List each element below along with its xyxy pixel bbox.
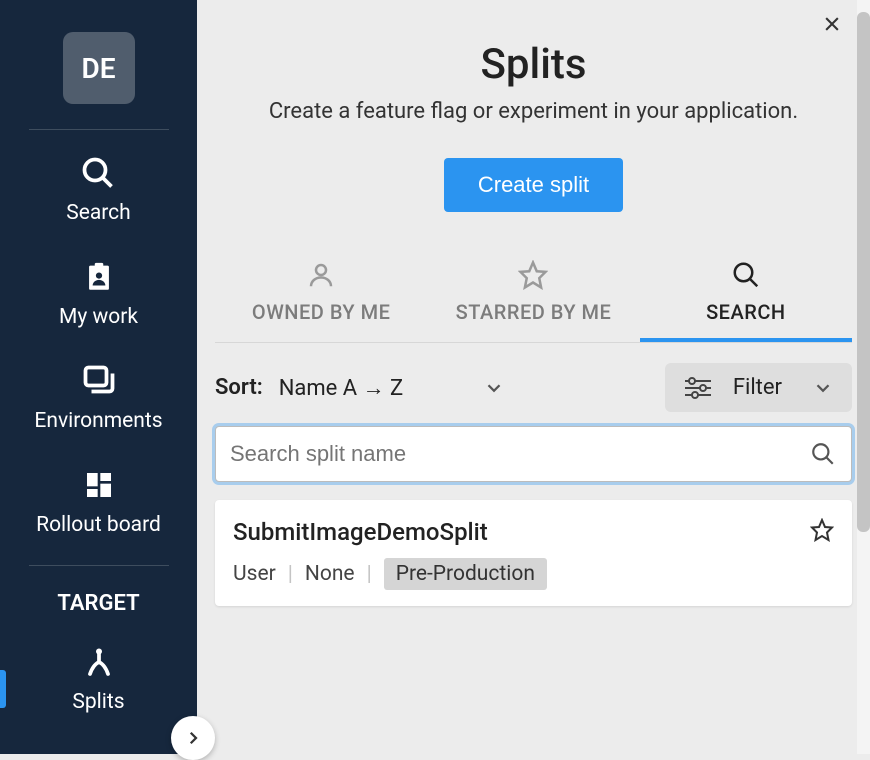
sidebar-item-label: Rollout board	[36, 513, 161, 537]
filter-button[interactable]: Filter	[665, 363, 852, 412]
search-icon	[80, 155, 116, 191]
chevron-down-icon	[483, 377, 505, 399]
person-icon	[306, 260, 336, 290]
sidebar: DE Search My work Environments Rollout b…	[0, 0, 197, 754]
hero: Splits Create a feature flag or experime…	[197, 0, 870, 236]
search-input[interactable]	[215, 426, 852, 482]
page-title: Splits	[217, 40, 850, 89]
scrollbar-thumb[interactable]	[857, 12, 870, 532]
list-controls: Sort: Name A → Z Filter	[197, 343, 870, 426]
avatar-initials: DE	[81, 52, 115, 85]
sidebar-item-search[interactable]: Search	[66, 155, 131, 225]
sidebar-item-label: Environments	[34, 409, 162, 433]
separator: |	[288, 562, 293, 586]
split-name: SubmitImageDemoSplit	[233, 518, 834, 546]
sidebar-item-splits[interactable]: Splits	[72, 644, 124, 714]
splits-icon	[81, 644, 117, 680]
workspace-avatar[interactable]: DE	[63, 32, 135, 104]
split-meta: User | None | Pre-Production	[233, 558, 834, 590]
tab-label: SEARCH	[706, 300, 786, 324]
divider	[29, 565, 169, 566]
divider	[29, 129, 169, 130]
chevron-down-icon	[812, 377, 834, 399]
environment-chip: Pre-Production	[384, 558, 547, 590]
sort-control: Sort: Name A → Z	[215, 375, 505, 401]
tab-label: OWNED BY ME	[252, 300, 390, 324]
search-icon	[810, 441, 836, 467]
star-toggle[interactable]	[810, 518, 834, 542]
close-button[interactable]	[822, 14, 842, 34]
sidebar-item-my-work[interactable]: My work	[59, 259, 138, 329]
sort-label: Sort:	[215, 375, 263, 400]
tabs: OWNED BY ME STARRED BY ME SEARCH	[215, 254, 852, 343]
search-icon	[731, 260, 761, 290]
sidebar-item-label: Splits	[72, 690, 124, 714]
sort-value: Name A → Z	[279, 375, 404, 401]
sidebar-item-label: Search	[66, 201, 131, 225]
sliders-icon	[683, 376, 713, 400]
sidebar-item-label: My work	[59, 305, 138, 329]
separator: |	[367, 562, 372, 586]
filter-label: Filter	[733, 375, 782, 400]
layers-icon	[81, 363, 117, 399]
tab-starred-by-me[interactable]: STARRED BY ME	[427, 254, 639, 342]
star-icon	[810, 518, 834, 542]
sidebar-item-environments[interactable]: Environments	[34, 363, 162, 433]
scrollbar[interactable]	[857, 0, 870, 754]
tab-owned-by-me[interactable]: OWNED BY ME	[215, 254, 427, 342]
tab-search[interactable]: SEARCH	[640, 254, 852, 342]
clipboard-person-icon	[81, 259, 117, 295]
split-tags: None	[305, 562, 355, 586]
create-split-button[interactable]: Create split	[444, 158, 623, 212]
sidebar-section-title: TARGET	[57, 591, 139, 616]
sidebar-item-rollout-board[interactable]: Rollout board	[36, 467, 161, 537]
split-list-item[interactable]: SubmitImageDemoSplit User | None | Pre-P…	[215, 500, 852, 606]
star-icon	[518, 260, 548, 290]
search-box	[215, 426, 852, 482]
page-subtitle: Create a feature flag or experiment in y…	[217, 99, 850, 124]
close-icon	[822, 14, 842, 34]
split-traffic-type: User	[233, 562, 276, 586]
tab-label: STARRED BY ME	[456, 300, 612, 324]
main-panel: Splits Create a feature flag or experime…	[197, 0, 870, 754]
grid-icon	[81, 467, 117, 503]
selected-indicator	[0, 670, 6, 708]
sort-dropdown[interactable]: Name A → Z	[279, 375, 506, 401]
